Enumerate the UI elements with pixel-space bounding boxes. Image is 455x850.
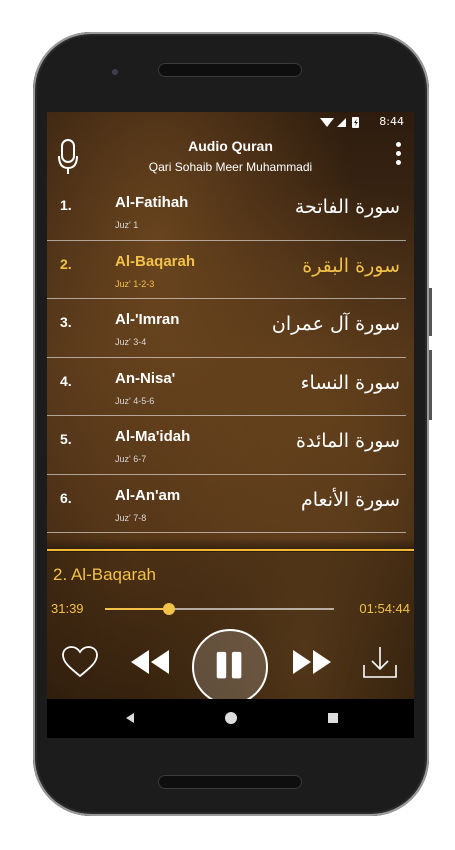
audio-player: 2. Al-Baqarah 31:39 01:54:44 <box>47 549 414 705</box>
now-playing-title: 2. Al-Baqarah <box>53 565 157 584</box>
volume-button <box>429 350 432 420</box>
bottom-speaker <box>158 775 302 789</box>
surah-juz: Juz' 4-5-6 <box>115 395 155 406</box>
surah-arabic-name: سورة الفاتحة <box>294 196 400 218</box>
surah-number: 3. <box>60 314 72 330</box>
earpiece-speaker <box>158 63 302 77</box>
surah-name: Al-'Imran <box>115 311 180 328</box>
back-icon[interactable] <box>124 712 136 724</box>
surah-juz: Juz' 1-2-3 <box>115 278 155 289</box>
status-bar: 8:44 <box>47 112 414 132</box>
surah-name: Al-Baqarah <box>115 252 196 270</box>
surah-number: 4. <box>60 372 72 389</box>
pause-icon <box>216 651 242 679</box>
power-button <box>429 288 432 336</box>
app-title: Audio Quran <box>188 138 273 154</box>
surah-name: Al-An'am <box>115 486 181 504</box>
surah-row[interactable]: 1. Al-Fatihah Juz' 1 سورة الفاتحة <box>47 182 406 241</box>
surah-juz: Juz' 7-8 <box>115 512 147 523</box>
recents-icon[interactable] <box>328 713 338 723</box>
surah-juz: Juz' 3-4 <box>115 337 147 347</box>
surah-arabic-name: سورة آل عمران <box>271 313 400 335</box>
surah-arabic-name: سورة الأنعام <box>300 488 400 511</box>
surah-name: Al-Fatihah <box>115 194 189 211</box>
surah-row[interactable]: 5. Al-Ma'idah Juz' 6-7 سورة المائدة <box>47 416 406 475</box>
surah-name: An-Nisa' <box>115 369 176 387</box>
app-screen: 8:44 Audio Quran Qari Sohaib Meer Muhamm… <box>47 112 414 738</box>
surah-row[interactable]: 6. Al-An'am Juz' 7-8 سورة الأنعام <box>47 475 406 533</box>
surah-juz: Juz' 6-7 <box>115 454 147 464</box>
surah-juz: Juz' 1 <box>115 220 139 230</box>
home-icon[interactable] <box>225 712 237 724</box>
surah-row[interactable]: 4. An-Nisa' Juz' 4-5-6 سورة النساء <box>47 358 406 416</box>
play-pause-button[interactable] <box>192 629 268 705</box>
seek-thumb[interactable] <box>163 603 176 615</box>
surah-number: 1. <box>60 197 72 213</box>
rewind-icon[interactable] <box>129 648 171 676</box>
current-time: 31:39 <box>51 601 84 616</box>
fast-forward-icon[interactable] <box>291 648 333 676</box>
status-time: 8:44 <box>379 115 404 128</box>
surah-number: 2. <box>60 255 72 272</box>
signal-icon <box>337 118 346 127</box>
surah-list: 1. Al-Fatihah Juz' 1 سورة الفاتحة 2. Al-Baqar… <box>47 182 414 552</box>
wifi-icon <box>320 118 334 127</box>
surah-arabic-name: سورة النساء <box>300 371 400 394</box>
more-vertical-icon[interactable] <box>394 142 402 170</box>
reciter-name: Qari Sohaib Meer Muhammadi <box>148 160 313 174</box>
download-icon[interactable] <box>361 643 399 681</box>
surah-row[interactable]: 2. Al-Baqarah Juz' 1-2-3 سورة البقرة <box>47 241 406 299</box>
heart-icon[interactable] <box>61 645 99 679</box>
front-camera <box>112 69 118 75</box>
seek-bar[interactable] <box>105 603 334 615</box>
surah-name: Al-Ma'idah <box>115 428 191 445</box>
surah-arabic-name: سورة البقرة <box>302 254 400 277</box>
surah-row[interactable]: 3. Al-'Imran Juz' 3-4 سورة آل عمران <box>47 299 406 358</box>
surah-arabic-name: سورة المائدة <box>296 430 400 452</box>
android-nav-bar <box>47 699 414 738</box>
app-header: Audio Quran Qari Sohaib Meer Muhammadi <box>47 132 414 184</box>
seek-progress <box>105 608 170 610</box>
surah-number: 6. <box>60 489 72 506</box>
surah-number: 5. <box>60 431 72 447</box>
status-icons <box>320 117 359 128</box>
total-time: 01:54:44 <box>359 601 410 616</box>
